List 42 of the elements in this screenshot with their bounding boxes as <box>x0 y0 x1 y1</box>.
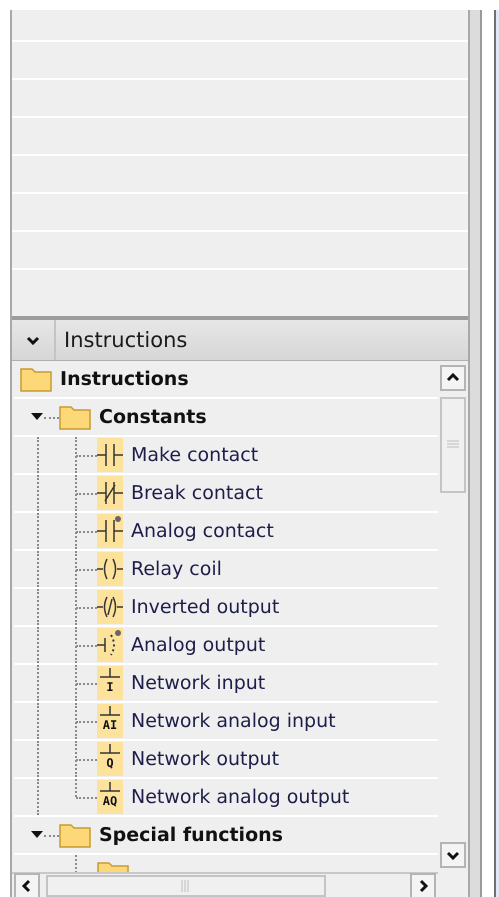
tree-item[interactable]: Analog output <box>131 634 266 656</box>
scroll-thumb[interactable] <box>440 397 466 493</box>
tree-item[interactable]: Inverted output <box>131 596 280 618</box>
folder-icon <box>20 366 52 392</box>
terminal-line-icon <box>97 780 123 794</box>
terminal-symbol: AI <box>102 719 118 731</box>
contact-icon <box>97 438 123 472</box>
horizontal-scrollbar[interactable] <box>12 872 438 897</box>
tree-item[interactable]: Network output <box>131 748 280 770</box>
contact-icon <box>97 476 123 510</box>
terminal-symbol: I <box>106 681 114 693</box>
folder-icon <box>59 822 91 848</box>
scroll-thumb[interactable] <box>46 874 326 896</box>
tree-item[interactable]: Instructions <box>60 368 189 390</box>
terminal-symbol: Q <box>106 757 114 769</box>
terminal-line-icon <box>97 666 123 680</box>
grip-icon <box>447 440 459 450</box>
tree-item[interactable]: Relay coil <box>131 558 222 580</box>
scroll-right-button[interactable] <box>410 872 436 897</box>
tree-item[interactable]: Constants <box>99 406 207 428</box>
panel-title: Instructions <box>64 328 188 352</box>
tree-item[interactable]: Network analog input <box>131 710 336 732</box>
scroll-left-button[interactable] <box>14 872 40 897</box>
expanded-triangle-icon[interactable] <box>31 412 43 422</box>
tree-item[interactable]: Make contact <box>131 444 258 466</box>
tree-item[interactable]: Network input <box>131 672 266 694</box>
tree-item[interactable]: Special functions <box>99 824 283 846</box>
tree-item[interactable]: Break contact <box>131 482 263 504</box>
folder-icon <box>59 404 91 430</box>
scroll-up-button[interactable] <box>440 365 466 391</box>
coil-icon <box>97 590 123 624</box>
scroll-down-button[interactable] <box>440 842 466 868</box>
expanded-triangle-icon[interactable] <box>31 830 43 840</box>
coil-icon <box>97 628 123 662</box>
contact-icon <box>97 514 123 548</box>
coil-icon <box>97 552 123 586</box>
grip-icon <box>181 880 191 892</box>
terminal-line-icon <box>97 704 123 718</box>
terminal-line-icon <box>97 742 123 756</box>
terminal-symbol: AQ <box>102 795 118 807</box>
tree-item[interactable]: Network analog output <box>131 786 350 808</box>
tree-item[interactable]: Analog contact <box>131 520 274 542</box>
